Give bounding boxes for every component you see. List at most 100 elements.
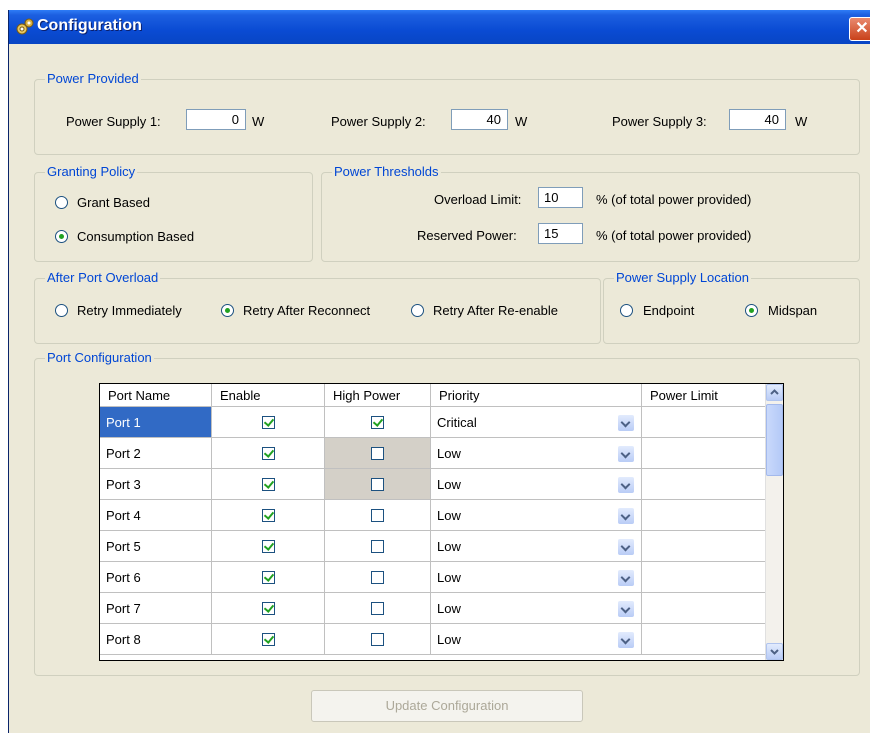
enable-checkbox[interactable] <box>262 633 275 646</box>
high-power-checkbox[interactable] <box>371 602 384 615</box>
high-power-checkbox[interactable] <box>371 478 384 491</box>
scroll-down-button[interactable] <box>766 643 783 660</box>
enable-checkbox[interactable] <box>262 478 275 491</box>
granting-policy-group: Granting Policy <box>34 164 313 262</box>
port-name-cell[interactable]: Port 1 <box>100 407 212 438</box>
high-power-checkbox[interactable] <box>371 633 384 646</box>
enable-checkbox[interactable] <box>262 509 275 522</box>
enable-checkbox[interactable] <box>262 540 275 553</box>
table-row[interactable]: Port 4 Low <box>100 500 783 531</box>
overload-limit-input[interactable]: 10 <box>538 187 583 208</box>
port-name-cell[interactable]: Port 2 <box>100 438 212 469</box>
power-limit-cell[interactable] <box>642 593 766 624</box>
retry-after-reconnect-radio[interactable] <box>221 304 234 317</box>
enable-cell <box>212 593 325 624</box>
enable-cell <box>212 407 325 438</box>
chevron-down-icon[interactable] <box>618 570 634 586</box>
column-header-power-limit[interactable]: Power Limit <box>642 384 766 407</box>
overload-limit-label: Overload Limit: <box>434 192 522 207</box>
priority-dropdown[interactable]: Critical <box>431 407 642 438</box>
power-limit-cell[interactable] <box>642 624 766 655</box>
midspan-radio[interactable] <box>745 304 758 317</box>
table-row[interactable]: Port 8 Low <box>100 624 783 655</box>
high-power-checkbox[interactable] <box>371 447 384 460</box>
enable-checkbox[interactable] <box>262 602 275 615</box>
high-power-cell <box>325 500 431 531</box>
column-header-port-name[interactable]: Port Name <box>100 384 212 407</box>
priority-value: Critical <box>437 415 477 430</box>
consumption-based-radio[interactable] <box>55 230 68 243</box>
chevron-down-icon[interactable] <box>618 508 634 524</box>
enable-cell <box>212 531 325 562</box>
chevron-down-icon[interactable] <box>618 632 634 648</box>
granting-policy-label: Granting Policy <box>45 164 138 179</box>
enable-checkbox[interactable] <box>262 416 275 429</box>
table-row[interactable]: Port 6 Low <box>100 562 783 593</box>
chevron-down-icon[interactable] <box>618 477 634 493</box>
priority-dropdown[interactable]: Low <box>431 500 642 531</box>
scroll-up-button[interactable] <box>766 384 783 401</box>
port-name-cell[interactable]: Port 5 <box>100 531 212 562</box>
high-power-checkbox[interactable] <box>371 540 384 553</box>
priority-dropdown[interactable]: Low <box>431 438 642 469</box>
reserved-power-suffix: % (of total power provided) <box>596 228 752 243</box>
table-row[interactable]: Port 3 Low <box>100 469 783 500</box>
port-name-cell[interactable]: Port 3 <box>100 469 212 500</box>
port-name-cell[interactable]: Port 8 <box>100 624 212 655</box>
power-supply-3-input[interactable]: 40 <box>729 109 786 130</box>
chevron-down-icon[interactable] <box>618 415 634 431</box>
chevron-down-icon[interactable] <box>618 601 634 617</box>
reserved-power-input[interactable]: 15 <box>538 223 583 244</box>
port-name-cell[interactable]: Port 4 <box>100 500 212 531</box>
configuration-window: Configuration ✕ Power Provided Power Sup… <box>8 10 870 733</box>
high-power-checkbox[interactable] <box>371 571 384 584</box>
chevron-down-icon[interactable] <box>618 446 634 462</box>
after-port-overload-label: After Port Overload <box>45 270 161 285</box>
close-button[interactable]: ✕ <box>849 17 870 41</box>
priority-dropdown[interactable]: Low <box>431 624 642 655</box>
power-limit-cell[interactable] <box>642 407 766 438</box>
power-supply-3-unit: W <box>795 114 808 129</box>
priority-dropdown[interactable]: Low <box>431 593 642 624</box>
power-limit-cell[interactable] <box>642 531 766 562</box>
retry-immediately-radio[interactable] <box>55 304 68 317</box>
enable-checkbox[interactable] <box>262 447 275 460</box>
power-supply-1-input[interactable]: 0 <box>186 109 246 130</box>
power-limit-cell[interactable] <box>642 469 766 500</box>
high-power-checkbox[interactable] <box>371 509 384 522</box>
table-row[interactable]: Port 2 Low <box>100 438 783 469</box>
priority-dropdown[interactable]: Low <box>431 469 642 500</box>
enable-checkbox[interactable] <box>262 571 275 584</box>
priority-value: Low <box>437 570 461 585</box>
endpoint-radio[interactable] <box>620 304 633 317</box>
scrollbar-thumb[interactable] <box>766 404 783 476</box>
power-supply-2-label: Power Supply 2: <box>331 114 426 129</box>
retry-after-reconnect-label: Retry After Reconnect <box>243 303 371 318</box>
power-limit-cell[interactable] <box>642 438 766 469</box>
table-row[interactable]: Port 7 Low <box>100 593 783 624</box>
grant-based-label: Grant Based <box>77 195 150 210</box>
power-supply-1-label: Power Supply 1: <box>66 114 161 129</box>
update-configuration-button[interactable]: Update Configuration <box>311 690 583 722</box>
power-limit-cell[interactable] <box>642 500 766 531</box>
high-power-checkbox[interactable] <box>371 416 384 429</box>
vertical-scrollbar[interactable] <box>765 384 783 660</box>
retry-after-reenable-radio[interactable] <box>411 304 424 317</box>
port-name-cell[interactable]: Port 6 <box>100 562 212 593</box>
table-row[interactable]: Port 5 Low <box>100 531 783 562</box>
high-power-cell <box>325 438 431 469</box>
column-header-priority[interactable]: Priority <box>431 384 642 407</box>
column-header-enable[interactable]: Enable <box>212 384 325 407</box>
port-name-cell[interactable]: Port 7 <box>100 593 212 624</box>
column-header-high-power[interactable]: High Power <box>325 384 431 407</box>
chevron-down-icon[interactable] <box>618 539 634 555</box>
power-supply-2-input[interactable]: 40 <box>451 109 508 130</box>
table-row[interactable]: Port 1 Critical <box>100 407 783 438</box>
grant-based-radio[interactable] <box>55 196 68 209</box>
chevron-up-icon <box>770 389 779 395</box>
priority-dropdown[interactable]: Low <box>431 562 642 593</box>
power-limit-cell[interactable] <box>642 562 766 593</box>
high-power-cell <box>325 624 431 655</box>
priority-dropdown[interactable]: Low <box>431 531 642 562</box>
endpoint-label: Endpoint <box>643 303 695 318</box>
